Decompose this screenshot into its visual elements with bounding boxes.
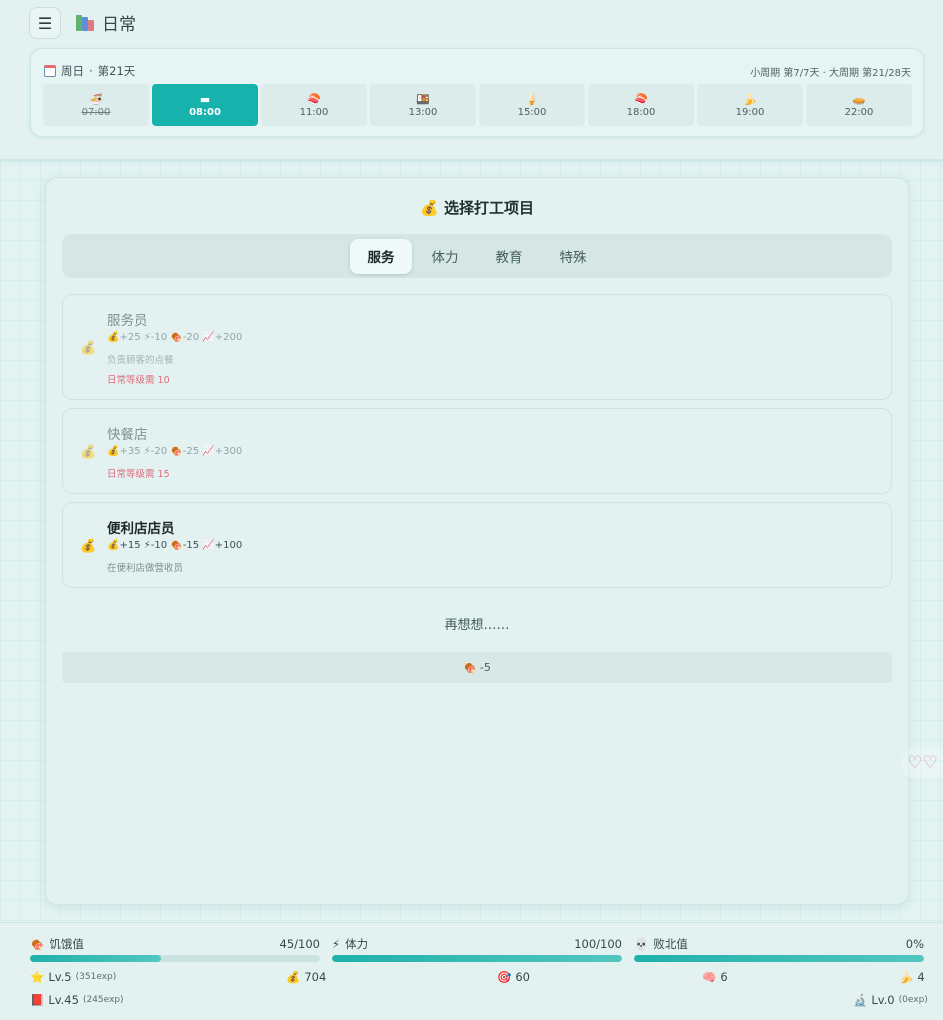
brain-icon: 🧠 — [702, 970, 717, 984]
category-tabs: 服务 体力 教育 特殊 — [62, 234, 892, 278]
money-bag-icon: 💰 — [286, 970, 301, 984]
food-icon: 🍜 — [89, 92, 103, 106]
calendar-icon — [44, 65, 56, 77]
time-slot[interactable]: 🍜 07:00 — [43, 84, 149, 126]
money-bag-icon: 💰 — [80, 341, 97, 356]
lightning-icon: ⚡ — [143, 332, 151, 343]
top-bar: ☰ 日常 周日 · 第21天 小周期 第7/7天 · 大周期 第21/28天 🍜… — [0, 0, 943, 160]
day-label: 周日 — [61, 64, 84, 78]
time-slots: 🍜 07:00 ▬ 08:00 🍣 11:00 🍱 13:00 🍦 15:00 🍣 18:0… — [43, 84, 912, 126]
book-icon: 📕 — [30, 993, 45, 1007]
time-slot[interactable]: 🥧 22:00 — [806, 84, 912, 126]
food-icon: 🍣 — [634, 92, 648, 106]
hunger-icon: 🍖 — [463, 661, 477, 674]
dialog-title: 💰 选择打工项目 — [420, 199, 534, 217]
hunger-value: 45/100 — [279, 937, 320, 951]
job-stats: 💰+35 ⚡-20 🍖-25 📈+300 — [107, 446, 243, 457]
target-display: 🎯 60 — [497, 970, 530, 984]
time-slot-active[interactable]: ▬ 08:00 — [152, 84, 258, 126]
day-count: 第21天 — [97, 64, 136, 78]
job-description: 在便利店做营收员 — [107, 563, 184, 574]
time-slot[interactable]: 🍣 11:00 — [261, 84, 367, 126]
hunger-icon: 🍖 — [30, 937, 45, 951]
tab-physical[interactable]: 体力 — [414, 239, 476, 274]
money-bag-icon: 💰 — [107, 332, 120, 343]
status-bar: 🍖 饥饿值 45/100 ⚡ 体力 100/100 💀 败北值 0% ⭐ Lv.5 (… — [0, 922, 943, 1020]
rest-icon: ▬ — [199, 92, 211, 106]
banana-icon: 🍌 — [899, 970, 914, 984]
money-display: 💰 704 — [286, 970, 327, 984]
job-description: 负责顾客的点餐 — [107, 355, 174, 366]
defeat-bar-fill — [634, 955, 924, 962]
dot-separator: · — [89, 64, 93, 78]
job-stats: 💰+15 ⚡-10 🍖-15 📈+100 — [107, 540, 243, 551]
time-panel: 周日 · 第21天 小周期 第7/7天 · 大周期 第21/28天 🍜 07:00… — [30, 48, 924, 137]
tab-service[interactable]: 服务 — [350, 238, 412, 274]
target-icon: 🎯 — [497, 970, 512, 984]
time-slot[interactable]: 🍌 19:00 — [697, 84, 803, 126]
tab-special[interactable]: 特殊 — [542, 239, 604, 274]
defeat-value: 0% — [905, 937, 924, 951]
job-requirement: 日常等级需 10 — [107, 375, 170, 386]
time-slot[interactable]: 🍣 18:00 — [588, 84, 694, 126]
job-name: 服务员 — [107, 313, 148, 329]
food-icon: 🍣 — [307, 92, 321, 106]
skill-level-display: 📕 Lv.45 (245exp) — [30, 993, 124, 1007]
money-bag-icon: 💰 — [107, 540, 120, 551]
time-slot[interactable]: 🍦 15:00 — [479, 84, 585, 126]
chart-icon: 📈 — [202, 332, 215, 343]
tab-education[interactable]: 教育 — [478, 239, 540, 274]
chart-icon: 📈 — [202, 540, 215, 551]
hunger-icon: 🍖 — [170, 446, 183, 457]
job-card-fastfood[interactable]: 💰 快餐店 💰+35 ⚡-20 🍖-25 📈+300 日常等级需 15 — [62, 408, 892, 494]
menu-button[interactable]: ☰ — [29, 7, 61, 39]
page-title: 日常 — [102, 14, 136, 35]
app-title: 日常 — [76, 10, 136, 35]
heart-icon[interactable]: ♡♡ — [902, 748, 943, 778]
energy-meter: ⚡ 体力 100/100 — [332, 937, 622, 962]
hamburger-icon: ☰ — [37, 13, 53, 33]
job-select-dialog: 💰 选择打工项目 服务 体力 教育 特殊 💰 服务员 💰+25 ⚡-10 🍖-2… — [45, 177, 909, 905]
money-bag-icon: 💰 — [80, 445, 97, 460]
skull-icon: 💀 — [634, 937, 649, 951]
hunger-meter: 🍖 饥饿值 45/100 — [30, 937, 320, 962]
hunger-bar-fill — [30, 955, 161, 962]
food-icon: 🍌 — [743, 92, 757, 106]
research-level-display: 🔬 Lv.0 (0exp) — [853, 993, 928, 1007]
job-card-convenience-store[interactable]: 💰 便利店店员 💰+15 ⚡-10 🍖-15 📈+100 在便利店做营收员 — [62, 502, 892, 588]
food-icon: 🍦 — [525, 92, 539, 106]
defeat-meter: 💀 败北值 0% — [634, 937, 924, 962]
microscope-icon: 🔬 — [853, 993, 868, 1007]
rethink-cost: 🍖 -5 — [62, 652, 892, 683]
money-bag-icon: 💰 — [107, 446, 120, 457]
lightning-icon: ⚡ — [143, 540, 151, 551]
hunger-icon: 🍖 — [170, 540, 183, 551]
cycle-info: 小周期 第7/7天 · 大周期 第21/28天 — [750, 68, 911, 79]
banana-display: 🍌 4 — [899, 970, 925, 984]
job-name: 快餐店 — [107, 427, 148, 443]
star-icon: ⭐ — [30, 970, 45, 984]
job-stats: 💰+25 ⚡-10 🍖-20 📈+200 — [107, 332, 243, 343]
day-info: 周日 · 第21天 — [44, 63, 135, 79]
rethink-button[interactable]: 再想想…… — [46, 614, 908, 633]
time-slot[interactable]: 🍱 13:00 — [370, 84, 476, 126]
job-requirement: 日常等级需 15 — [107, 469, 170, 480]
energy-value: 100/100 — [574, 937, 622, 951]
food-icon: 🍱 — [416, 92, 430, 106]
hunger-icon: 🍖 — [170, 332, 183, 343]
books-icon — [76, 13, 94, 31]
energy-bar-fill — [332, 955, 622, 962]
lightning-icon: ⚡ — [332, 937, 341, 951]
job-name: 便利店店员 — [107, 521, 175, 537]
level-display: ⭐ Lv.5 (351exp) — [30, 970, 117, 984]
brain-display: 🧠 6 — [702, 970, 728, 984]
job-card-waiter[interactable]: 💰 服务员 💰+25 ⚡-10 🍖-20 📈+200 负责顾客的点餐 日常等级需… — [62, 294, 892, 400]
food-icon: 🥧 — [852, 92, 866, 106]
money-bag-icon: 💰 — [420, 199, 439, 217]
chart-icon: 📈 — [202, 446, 215, 457]
lightning-icon: ⚡ — [143, 446, 151, 457]
money-bag-icon: 💰 — [80, 539, 97, 554]
